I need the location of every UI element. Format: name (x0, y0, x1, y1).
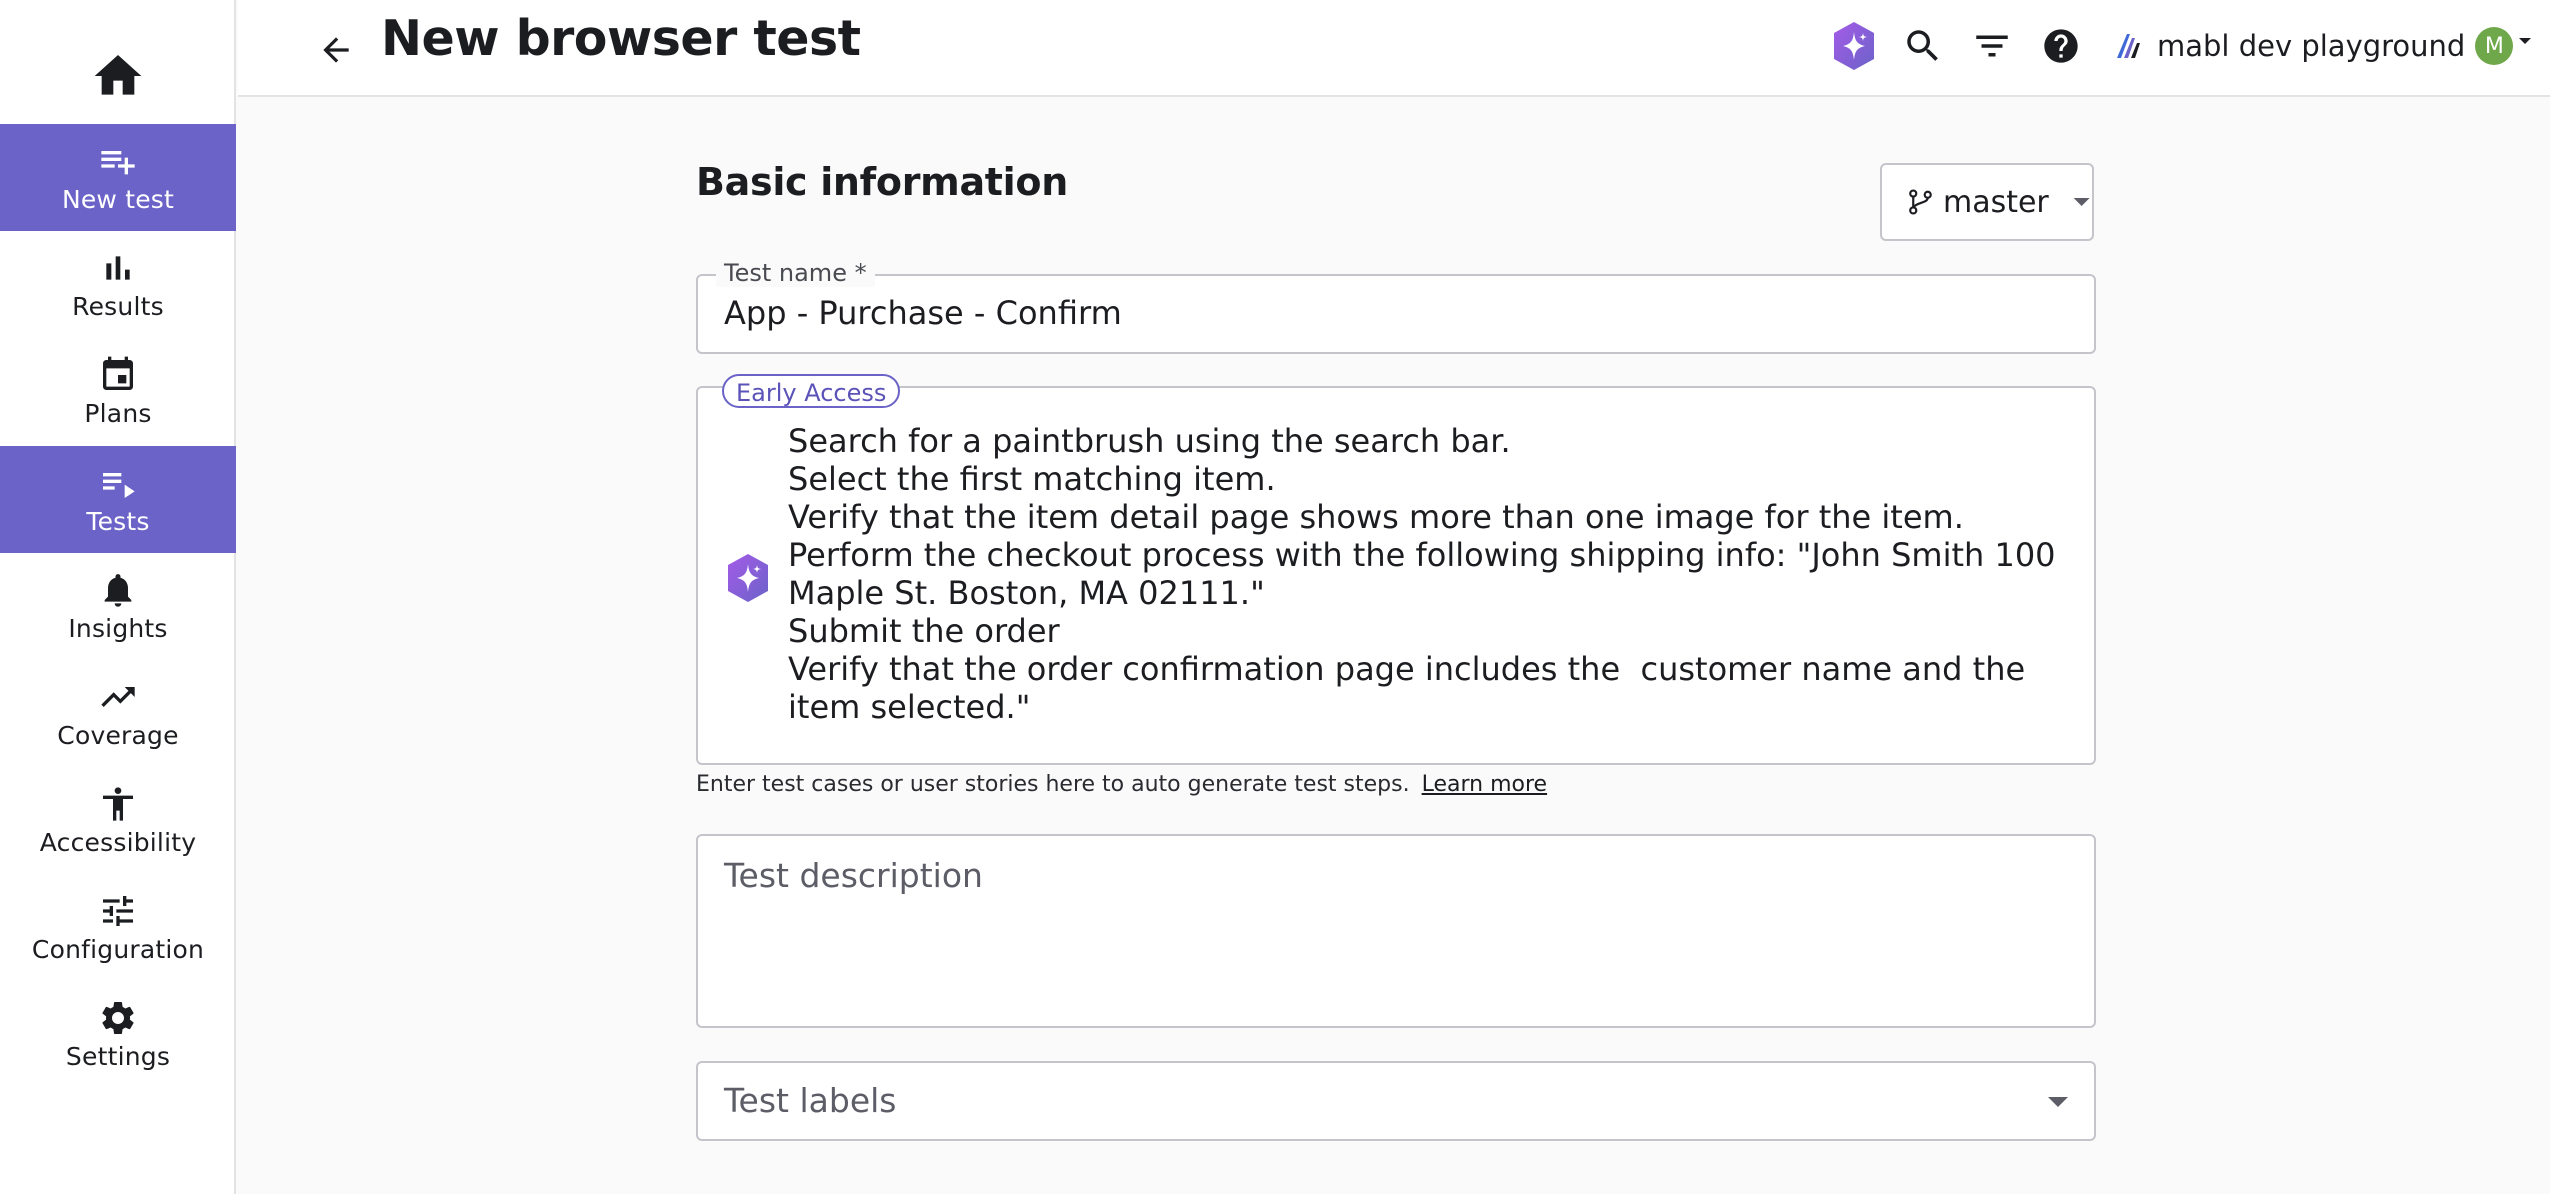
helper-text: Enter test cases or user stories here to… (696, 772, 1410, 797)
sidebar-item-configuration[interactable]: Configuration (0, 874, 236, 981)
avatar: M (2475, 27, 2514, 65)
trending-up-icon (98, 677, 138, 717)
sidebar-item-label: Accessibility (39, 828, 197, 857)
branch-selector[interactable]: master (1880, 163, 2094, 241)
test-name-input[interactable]: App - Purchase - Confirm (724, 294, 1122, 332)
sidebar-item-plans[interactable]: Plans (0, 338, 236, 445)
test-name-field[interactable]: Test name * App - Purchase - Confirm (696, 259, 2096, 354)
caret-down-icon (2519, 38, 2532, 44)
accessibility-icon (98, 784, 138, 824)
sidebar-item-accessibility[interactable]: Accessibility (0, 767, 236, 874)
prompt-line: Perform the checkout process with the fo… (788, 536, 2066, 612)
back-button[interactable] (314, 28, 358, 72)
ai-prompt-textarea[interactable]: Search for a paintbrush using the search… (788, 422, 2078, 726)
sidebar-item-label: Coverage (57, 721, 179, 750)
sidebar-item-label: Insights (68, 614, 168, 643)
ai-prompt-helper: Enter test cases or user stories here to… (696, 772, 1547, 797)
sidebar-item-results[interactable]: Results (0, 231, 236, 338)
sidebar-item-label: Settings (65, 1042, 171, 1071)
search-button[interactable] (1899, 22, 1947, 70)
mabl-logo-icon (2117, 34, 2140, 58)
bell-icon (98, 570, 138, 610)
prompt-line: Submit the order (788, 612, 1060, 650)
bar-chart-icon (98, 248, 138, 288)
prompt-line: Verify that the order confirmation page … (788, 650, 2036, 726)
workspace-name: mabl dev playground (2157, 29, 2466, 63)
sidebar-item-label: New test (61, 185, 175, 214)
test-labels-select[interactable]: Test labels (696, 1061, 2096, 1141)
sidebar: New test Results Plans Tests Insights Co… (0, 0, 236, 1194)
ai-prompt-field[interactable]: Early Access Search for a paintbrush usi… (696, 374, 2096, 765)
test-name-label: Test name * (716, 259, 875, 287)
test-labels-placeholder: Test labels (724, 1081, 897, 1120)
sidebar-item-tests[interactable]: Tests (0, 446, 236, 553)
gear-icon (98, 998, 138, 1038)
branch-name: master (1942, 184, 2049, 220)
playlist-play-icon (98, 463, 138, 503)
sparkle-icon (728, 554, 768, 602)
filter-button[interactable] (1968, 22, 2016, 70)
test-description-field[interactable]: Test description (696, 834, 2096, 1028)
caret-down-icon (2048, 1097, 2068, 1107)
help-button[interactable] (2037, 22, 2085, 70)
ai-assistant-button[interactable] (1830, 22, 1878, 70)
sidebar-item-label: Tests (86, 507, 150, 536)
sidebar-item-label: Configuration (31, 935, 205, 964)
sidebar-item-new-test[interactable]: New test (0, 124, 236, 231)
prompt-line: Search for a paintbrush using the search… (788, 422, 1511, 460)
test-description-placeholder: Test description (724, 856, 983, 895)
calendar-icon (98, 355, 138, 395)
workspace-switcher[interactable]: mabl dev playground M (2115, 22, 2533, 70)
sidebar-item-coverage[interactable]: Coverage (0, 660, 236, 767)
playlist-add-icon (98, 141, 138, 181)
sidebar-item-label: Plans (84, 399, 152, 428)
section-title: Basic information (696, 160, 1068, 204)
search-icon (1907, 30, 1938, 61)
filter-icon (1976, 35, 2008, 57)
early-access-badge: Early Access (722, 374, 901, 408)
tune-icon (98, 891, 138, 931)
top-header: New browser test mabl dev playground M (238, 0, 2550, 97)
home-icon (94, 55, 142, 95)
page-title: New browser test (381, 10, 861, 67)
caret-down-icon (2073, 198, 2090, 206)
learn-more-link[interactable]: Learn more (1422, 772, 1547, 797)
prompt-line: Select the first matching item. (788, 460, 1276, 498)
sidebar-item-label: Results (72, 292, 164, 321)
prompt-line: Verify that the item detail page shows m… (788, 498, 1964, 536)
arrow-back-icon (323, 37, 349, 63)
sidebar-item-insights[interactable]: Insights (0, 553, 236, 660)
git-branch-icon (1909, 189, 1932, 215)
home-button[interactable] (0, 32, 236, 120)
help-icon (2044, 29, 2078, 63)
sparkle-icon (1834, 22, 1874, 70)
sidebar-item-settings[interactable]: Settings (0, 981, 236, 1088)
